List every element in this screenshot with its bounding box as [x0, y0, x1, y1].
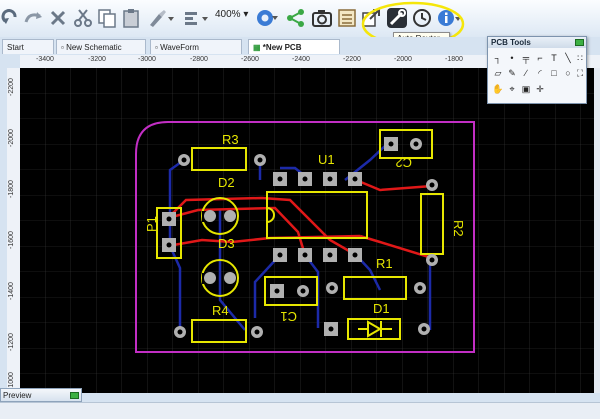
zoom-level-dropdown[interactable]: 400% ▾ — [215, 9, 248, 20]
preview-panel[interactable]: Preview — [0, 388, 82, 402]
copy-icon[interactable] — [96, 6, 118, 30]
ruler-tick: -1400 — [8, 282, 15, 300]
settings-gear-icon[interactable] — [254, 6, 280, 30]
label-r2: R2 — [451, 220, 466, 237]
tab-new-schematic[interactable]: ▫ New Schematic — [56, 39, 146, 54]
via-tool-icon[interactable]: ╤ — [520, 52, 532, 64]
label-d2: D2 — [218, 175, 235, 190]
line-tool-icon[interactable]: ╲ — [562, 52, 574, 64]
zoom-level-value: 400% — [215, 9, 241, 20]
ruler-tick: -2000 — [394, 56, 412, 63]
pcb-board-svg[interactable]: R3 U1 C2 D2 P1 R2 D3 R1 C1 R4 D1 — [20, 68, 594, 393]
ruler-tick: -2400 — [292, 56, 310, 63]
label-r4: R4 — [212, 303, 229, 318]
pencil-tool-icon[interactable]: ✎ — [506, 67, 518, 79]
vertical-ruler: -2200 -2000 -1800 -1600 -1400 -1200 -100… — [7, 68, 21, 393]
resize-tool-icon[interactable]: ⛶ — [574, 67, 586, 79]
circle-tool-icon[interactable]: ○ — [562, 67, 574, 79]
ruler-tick: -1600 — [8, 231, 15, 249]
label-p1: P1 — [144, 216, 159, 232]
redo-icon[interactable] — [0, 6, 20, 30]
pcb-canvas[interactable]: R3 U1 C2 D2 P1 R2 D3 R1 C1 R4 D1 — [20, 68, 594, 393]
ruler-tick: -1800 — [445, 56, 463, 63]
ruler-tick: -3000 — [138, 56, 156, 63]
line-draw-tool-icon[interactable]: ∕ — [520, 67, 532, 79]
main-toolbar: 400% ▾ — [0, 0, 600, 47]
bom-icon[interactable] — [336, 6, 358, 30]
hand-tool-icon[interactable]: ✋ — [492, 83, 504, 95]
grid — [20, 68, 594, 393]
label-u1: U1 — [318, 152, 335, 167]
brush-icon[interactable] — [146, 6, 176, 30]
ruler-tick: -2200 — [343, 56, 361, 63]
tab-label: *New PCB — [262, 43, 302, 52]
camera-icon[interactable] — [310, 6, 334, 30]
status-strip — [0, 402, 600, 419]
label-c2: C2 — [395, 155, 412, 170]
ruler-tick: -1800 — [8, 180, 15, 198]
rectangle-tool-icon[interactable]: □ — [548, 67, 560, 79]
ruler-tick: -2800 — [190, 56, 208, 63]
ruler-tick: -1200 — [8, 333, 15, 351]
ruler-tick: -2200 — [8, 78, 15, 96]
image-tool-icon[interactable]: ▣ — [520, 83, 532, 95]
label-c1: C1 — [280, 309, 297, 324]
delete-icon[interactable] — [48, 6, 68, 30]
trace-tool-icon[interactable]: ┐ — [492, 52, 504, 64]
tab-label: WaveForm — [160, 43, 199, 52]
vertical-scrollbar[interactable] — [594, 68, 600, 393]
connector-tool-icon[interactable]: ⌐ — [534, 52, 546, 64]
origin-tool-icon[interactable]: ✛ — [534, 83, 546, 95]
ruler-tick: -2000 — [8, 129, 15, 147]
cut-icon[interactable] — [72, 6, 94, 30]
tab-start[interactable]: Start — [2, 39, 54, 54]
pcb-tools-title: PCB Tools — [488, 37, 586, 48]
ruler-tick: -3400 — [36, 56, 54, 63]
select-tool-icon[interactable]: ⌖ — [506, 83, 518, 95]
undo-icon[interactable] — [22, 6, 44, 30]
text-tool-icon[interactable]: T — [548, 52, 560, 64]
ruler-tick: -3200 — [88, 56, 106, 63]
arc-tool-icon[interactable]: ◜ — [534, 67, 546, 79]
pad-tool-icon[interactable]: • — [506, 52, 518, 64]
paste-icon[interactable] — [120, 6, 142, 30]
component-tool-icon[interactable]: ∷ — [574, 52, 586, 64]
label-d3: D3 — [218, 236, 235, 251]
minimize-button[interactable] — [575, 39, 584, 46]
polygon-tool-icon[interactable]: ▱ — [492, 67, 504, 79]
preview-minimize-button[interactable] — [70, 392, 79, 399]
label-r3: R3 — [222, 132, 239, 147]
label-d1: D1 — [373, 301, 390, 316]
tab-waveform[interactable]: ▫ WaveForm — [150, 39, 242, 54]
pcb-tools-panel: PCB Tools ┐ • ╤ ⌐ T ╲ ∷ ▱ ✎ ∕ ◜ □ ○ ⛶ ✋ … — [487, 36, 587, 104]
share-icon[interactable] — [285, 6, 307, 30]
preview-title: Preview — [3, 391, 32, 400]
align-icon[interactable] — [182, 6, 212, 30]
tab-new-pcb[interactable]: ▦ *New PCB — [248, 39, 340, 54]
ruler-tick: -2600 — [241, 56, 259, 63]
label-r1: R1 — [376, 256, 393, 271]
tab-label: Start — [7, 43, 24, 52]
tab-label: New Schematic — [66, 43, 122, 52]
